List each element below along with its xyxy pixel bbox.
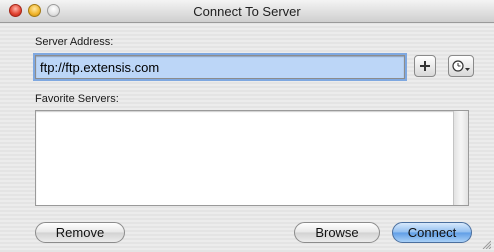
connect-button[interactable]: Connect: [392, 222, 472, 243]
browse-button[interactable]: Browse: [294, 222, 380, 243]
resize-grip-icon[interactable]: [481, 239, 491, 249]
remove-button[interactable]: Remove: [35, 222, 125, 243]
favorite-servers-list[interactable]: [35, 110, 469, 206]
title-bar[interactable]: Connect To Server: [0, 0, 494, 23]
window-title: Connect To Server: [193, 4, 301, 19]
server-address-label: Server Address:: [35, 36, 114, 48]
favorites-scrollbar[interactable]: [453, 111, 468, 205]
recent-servers-button[interactable]: [448, 55, 474, 77]
plus-icon: [420, 61, 430, 71]
favorite-servers-label: Favorite Servers:: [35, 93, 119, 105]
add-favorite-button[interactable]: [414, 55, 436, 77]
connect-to-server-window: Connect To Server Server Address: Favori…: [0, 0, 494, 252]
clock-dropdown-icon: [452, 60, 470, 72]
server-address-input[interactable]: [35, 55, 405, 79]
